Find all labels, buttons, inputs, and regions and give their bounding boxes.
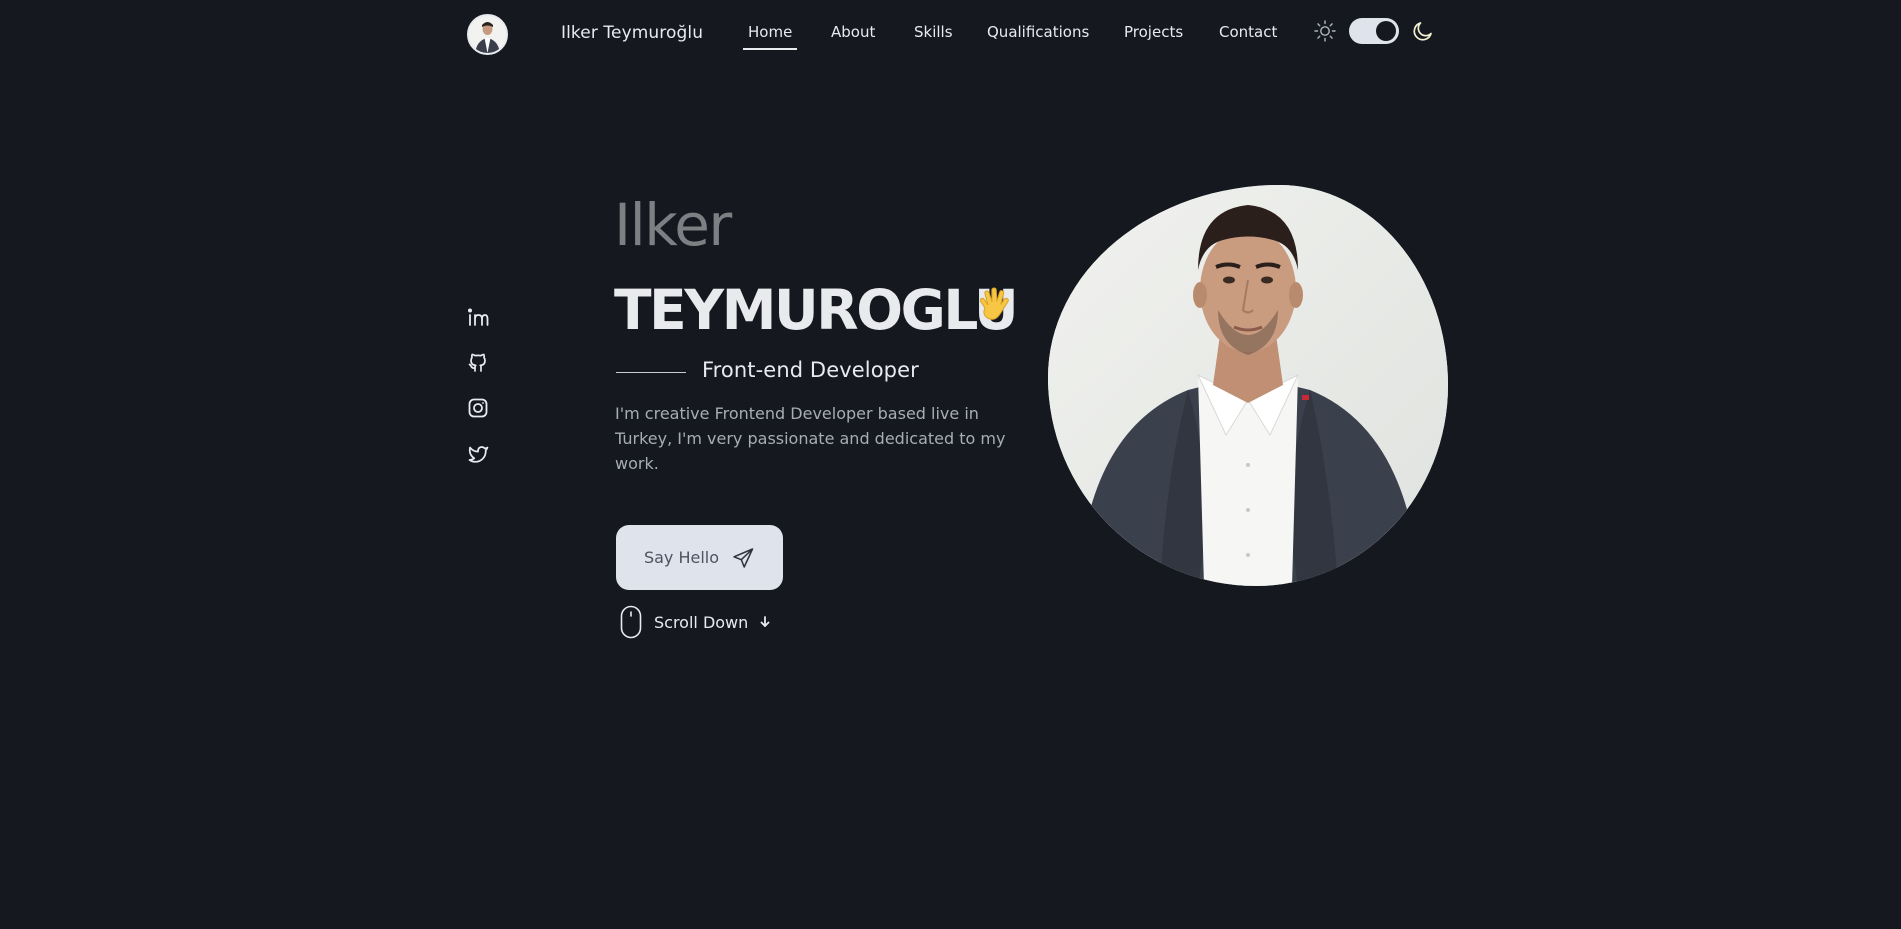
nav-projects[interactable]: Projects (1124, 23, 1183, 41)
hand-wave-icon (979, 287, 1009, 320)
nav-contact[interactable]: Contact (1219, 23, 1277, 41)
instagram-icon[interactable] (467, 397, 489, 419)
hero-role: Front-end Developer (702, 358, 919, 382)
mouse-icon (620, 605, 642, 639)
scroll-down-link[interactable]: Scroll Down (620, 605, 772, 639)
arrow-down-icon (760, 616, 770, 627)
nav-home[interactable]: Home (742, 23, 798, 50)
header: Ilker Teymuroğlu Home About Skills Quali… (0, 0, 1901, 66)
role-divider (616, 372, 686, 373)
say-hello-button[interactable]: Say Hello (616, 525, 783, 590)
nav-about[interactable]: About (831, 23, 875, 41)
say-hello-label: Say Hello (643, 548, 720, 567)
nav-qualifications[interactable]: Qualifications (987, 23, 1089, 41)
brand-name[interactable]: Ilker Teymuroğlu (561, 23, 703, 43)
linkedin-icon[interactable] (467, 306, 489, 328)
avatar[interactable] (467, 14, 508, 55)
hero-description: I'm creative Frontend Developer based li… (615, 404, 1006, 473)
sun-icon[interactable] (1313, 19, 1337, 43)
moon-icon[interactable] (1411, 19, 1435, 43)
github-icon[interactable] (467, 351, 489, 373)
nav-skills[interactable]: Skills (914, 23, 953, 41)
send-icon (733, 547, 754, 568)
profile-photo (1048, 185, 1448, 586)
scroll-down-label: Scroll Down (654, 612, 749, 632)
hero-first-name: Ilker (614, 191, 732, 259)
toggle-knob (1376, 21, 1396, 41)
twitter-icon[interactable] (467, 443, 489, 465)
hero-last-name: TEYMUROGLU (614, 278, 1019, 342)
theme-toggle[interactable] (1349, 18, 1399, 44)
